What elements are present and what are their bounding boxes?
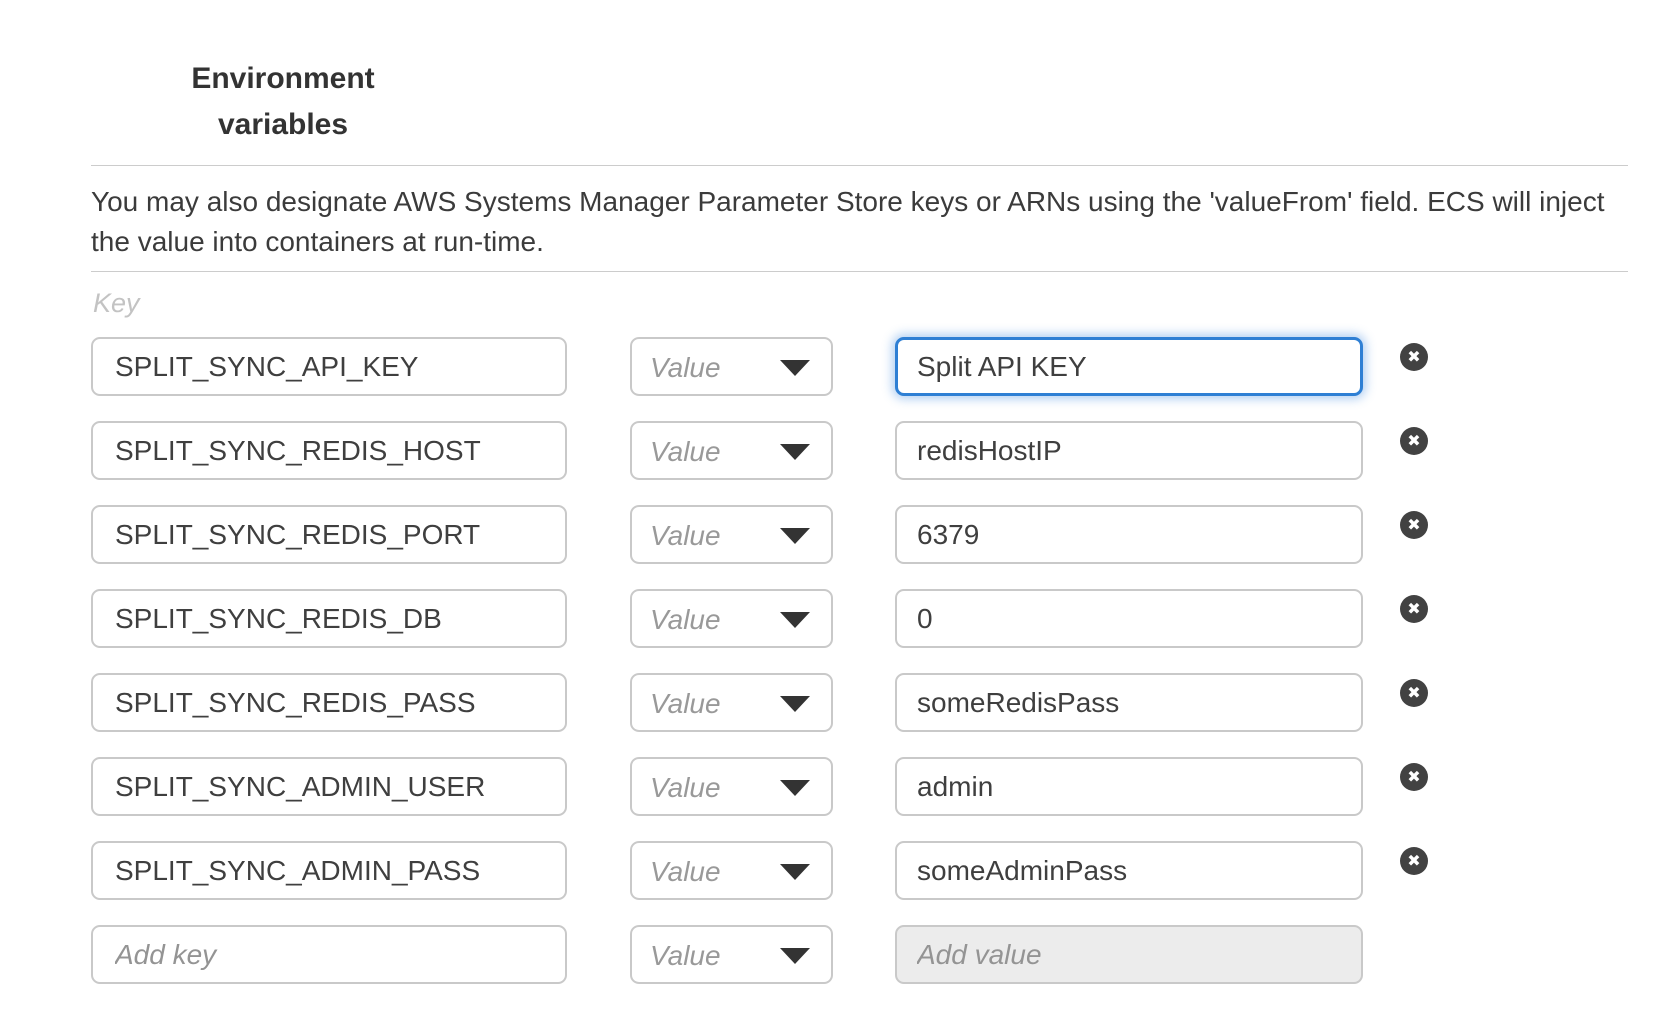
env-key-input[interactable] xyxy=(91,589,567,648)
env-var-row: Value ✖ xyxy=(0,841,1678,900)
delete-row-button[interactable]: ✖ xyxy=(1400,595,1428,623)
close-icon: ✖ xyxy=(1407,433,1420,449)
env-key-input[interactable] xyxy=(91,337,567,396)
close-icon: ✖ xyxy=(1407,601,1420,617)
env-var-row: Value ✖ xyxy=(0,505,1678,564)
section-title-line2: variables xyxy=(133,102,433,148)
close-icon: ✖ xyxy=(1407,685,1420,701)
env-var-row: Value ✖ xyxy=(0,673,1678,732)
env-key-input[interactable] xyxy=(91,757,567,816)
env-value-input[interactable] xyxy=(895,505,1363,564)
value-type-label: Value xyxy=(650,856,721,888)
value-type-dropdown[interactable]: Value xyxy=(630,589,833,648)
chevron-down-icon xyxy=(780,864,810,880)
env-key-input[interactable] xyxy=(91,673,567,732)
delete-row-button[interactable]: ✖ xyxy=(1400,343,1428,371)
close-icon: ✖ xyxy=(1407,769,1420,785)
value-type-label: Value xyxy=(650,940,721,972)
key-column-label: Key xyxy=(93,288,140,319)
delete-row-button[interactable]: ✖ xyxy=(1400,427,1428,455)
delete-row-button[interactable]: ✖ xyxy=(1400,847,1428,875)
add-value-input[interactable] xyxy=(895,925,1363,984)
section-description-line2: the value into containers at run-time. xyxy=(91,222,1631,262)
value-type-label: Value xyxy=(650,352,721,384)
chevron-down-icon xyxy=(780,948,810,964)
env-key-input[interactable] xyxy=(91,421,567,480)
env-value-input[interactable] xyxy=(895,337,1363,396)
env-var-row: Value ✖ xyxy=(0,337,1678,396)
environment-variables-section: Environment variables You may also desig… xyxy=(0,0,1678,1018)
close-icon: ✖ xyxy=(1407,349,1420,365)
chevron-down-icon xyxy=(780,444,810,460)
env-var-row: Value ✖ xyxy=(0,589,1678,648)
section-title-line1: Environment xyxy=(133,56,433,102)
close-icon: ✖ xyxy=(1407,517,1420,533)
value-type-dropdown[interactable]: Value xyxy=(630,421,833,480)
chevron-down-icon xyxy=(780,612,810,628)
env-var-add-row: Value xyxy=(0,925,1678,984)
delete-row-button[interactable]: ✖ xyxy=(1400,511,1428,539)
env-key-input[interactable] xyxy=(91,505,567,564)
env-value-input[interactable] xyxy=(895,673,1363,732)
chevron-down-icon xyxy=(780,528,810,544)
env-key-input[interactable] xyxy=(91,841,567,900)
delete-row-button[interactable]: ✖ xyxy=(1400,763,1428,791)
value-type-dropdown[interactable]: Value xyxy=(630,337,833,396)
value-type-label: Value xyxy=(650,436,721,468)
add-key-input[interactable] xyxy=(91,925,567,984)
section-description-line1: You may also designate AWS Systems Manag… xyxy=(91,182,1631,222)
divider-top xyxy=(91,165,1628,166)
env-var-row: Value ✖ xyxy=(0,757,1678,816)
value-type-label: Value xyxy=(650,520,721,552)
env-value-input[interactable] xyxy=(895,421,1363,480)
value-type-label: Value xyxy=(650,772,721,804)
value-type-dropdown[interactable]: Value xyxy=(630,841,833,900)
env-value-input[interactable] xyxy=(895,589,1363,648)
section-title: Environment variables xyxy=(133,56,433,148)
value-type-label: Value xyxy=(650,688,721,720)
env-var-row: Value ✖ xyxy=(0,421,1678,480)
value-type-label: Value xyxy=(650,604,721,636)
chevron-down-icon xyxy=(780,696,810,712)
divider-bottom xyxy=(91,271,1628,272)
value-type-dropdown[interactable]: Value xyxy=(630,505,833,564)
value-type-dropdown[interactable]: Value xyxy=(630,673,833,732)
value-type-dropdown[interactable]: Value xyxy=(630,757,833,816)
chevron-down-icon xyxy=(780,360,810,376)
env-value-input[interactable] xyxy=(895,841,1363,900)
value-type-dropdown[interactable]: Value xyxy=(630,925,833,984)
chevron-down-icon xyxy=(780,780,810,796)
env-value-input[interactable] xyxy=(895,757,1363,816)
close-icon: ✖ xyxy=(1407,853,1420,869)
delete-row-button[interactable]: ✖ xyxy=(1400,679,1428,707)
